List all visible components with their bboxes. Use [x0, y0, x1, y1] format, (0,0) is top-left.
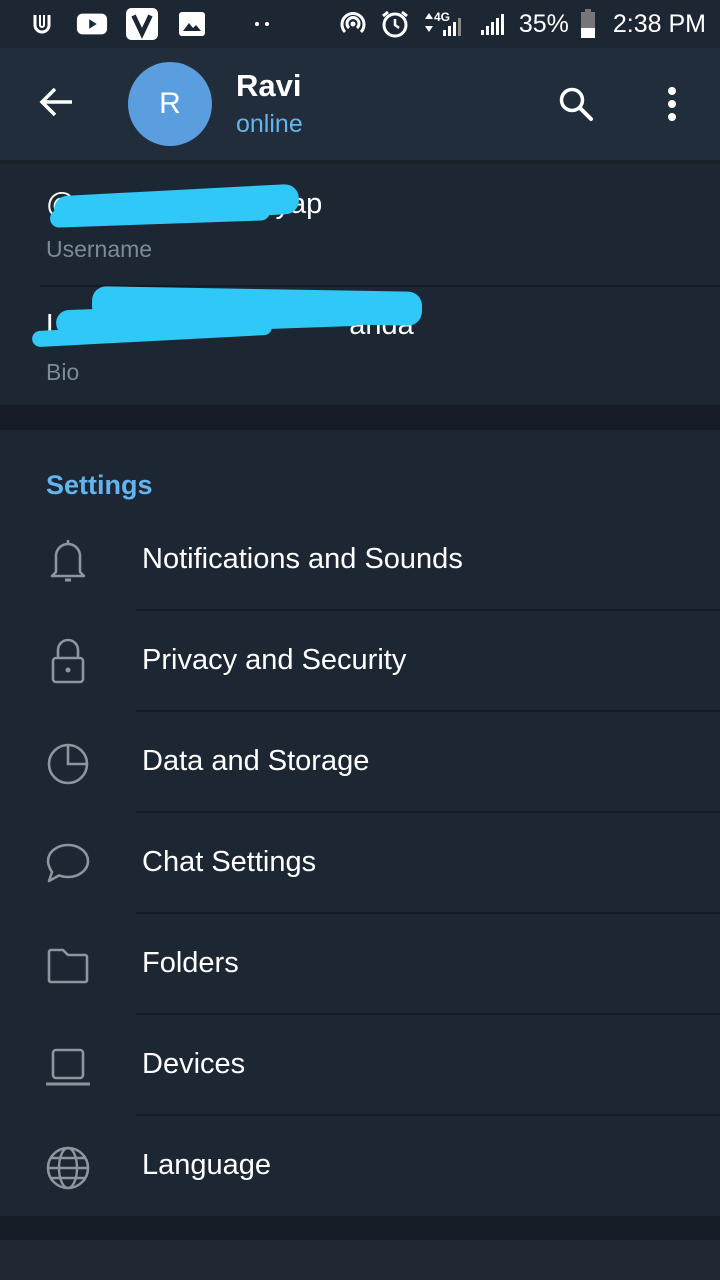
username-row[interactable]: @yap Username	[0, 164, 720, 286]
gallery-icon	[176, 8, 208, 40]
settings-item-label: Privacy and Security	[142, 644, 407, 676]
signal-4g-icon: 4G	[421, 8, 467, 40]
status-bar: 4G 35% 2:38 PM	[0, 0, 720, 48]
search-button[interactable]	[550, 78, 602, 130]
youtube-icon	[76, 8, 108, 40]
signal-icon	[477, 8, 509, 40]
settings-item-folders[interactable]: Folders	[0, 914, 720, 1015]
settings-item-chat-settings[interactable]: Chat Settings	[0, 813, 720, 914]
globe-icon	[42, 1142, 94, 1194]
chat-bubble-icon	[42, 837, 94, 889]
bio-row[interactable]: Liveanda Bio	[0, 286, 720, 405]
more-vertical-icon	[668, 87, 676, 121]
settings-item-devices[interactable]: Devices	[0, 1015, 720, 1116]
hotspot-icon	[337, 8, 369, 40]
battery-percent: 35%	[518, 9, 569, 38]
online-status: online	[236, 110, 303, 138]
bio-label: Bio	[46, 359, 80, 385]
chat-profile-header: R Ravi online	[0, 48, 720, 160]
settings-item-label: Notifications and Sounds	[142, 543, 463, 575]
avatar-initial: R	[159, 87, 181, 120]
settings-item-label: Chat Settings	[142, 846, 317, 878]
arrow-left-icon	[39, 87, 72, 117]
settings-item-label: Folders	[142, 947, 239, 979]
search-icon	[559, 87, 593, 121]
back-button[interactable]	[30, 76, 82, 128]
settings-item-label: Language	[142, 1149, 272, 1181]
more-notifications-icon	[246, 8, 278, 40]
next-section	[0, 1240, 720, 1280]
settings-item-label: Data and Storage	[142, 745, 370, 777]
contact-name: Ravi	[236, 68, 302, 103]
username-label: Username	[46, 236, 153, 262]
app-u-icon	[26, 8, 58, 40]
folder-icon	[42, 940, 94, 992]
settings-item-notifications[interactable]: Notifications and Sounds	[0, 510, 720, 611]
battery-icon	[579, 8, 597, 40]
settings-section-title: Settings	[46, 470, 153, 500]
more-options-button[interactable]	[648, 78, 696, 130]
laptop-icon	[42, 1039, 94, 1091]
bell-icon	[42, 534, 94, 586]
alarm-icon	[379, 8, 411, 40]
avatar[interactable]: R	[128, 62, 212, 146]
clock: 2:38 PM	[612, 9, 706, 38]
settings-item-label: Devices	[142, 1048, 246, 1080]
section-separator	[0, 405, 720, 430]
lock-icon	[42, 635, 94, 687]
section-separator-bottom	[0, 1216, 720, 1240]
network-type-label: 4G	[434, 10, 450, 24]
settings-item-language[interactable]: Language	[0, 1116, 720, 1217]
settings-item-privacy[interactable]: Privacy and Security	[0, 611, 720, 712]
v-app-icon	[126, 8, 158, 40]
pie-chart-icon	[42, 738, 94, 790]
settings-item-data-storage[interactable]: Data and Storage	[0, 712, 720, 813]
